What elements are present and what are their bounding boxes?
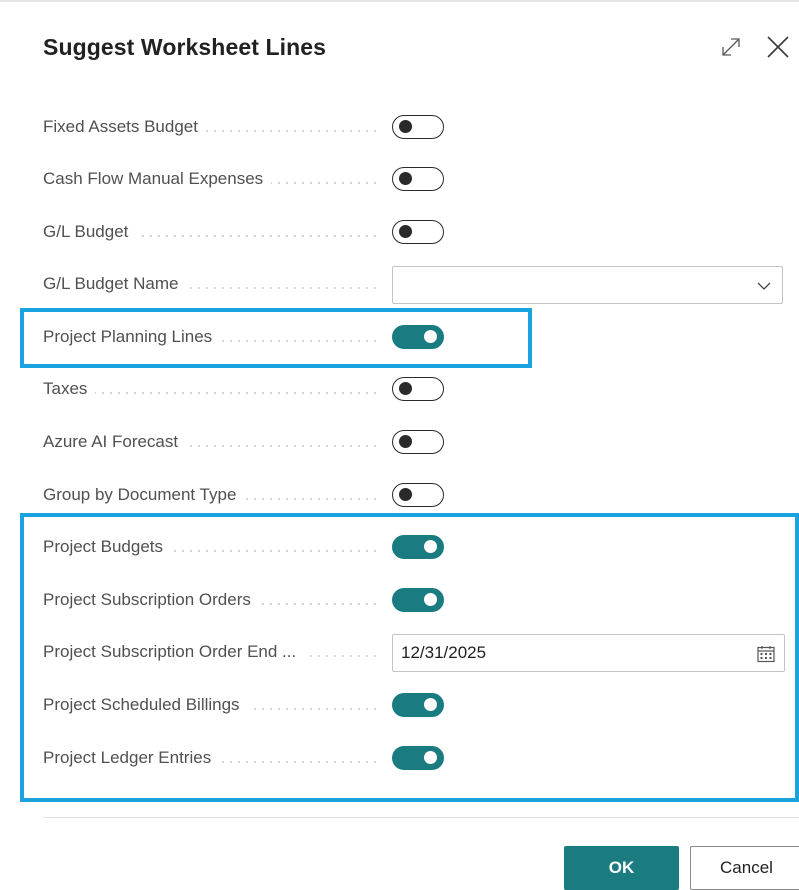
field-label: G/L Budget: [43, 212, 378, 252]
cash-flow-manual-expenses-toggle[interactable]: [392, 167, 444, 191]
field-label: Azure AI Forecast: [43, 422, 378, 462]
field-label: Project Subscription Orders: [43, 580, 378, 620]
field-row-gl-budget: G/L Budget: [43, 212, 783, 252]
close-icon[interactable]: [763, 32, 793, 62]
field-label: Project Planning Lines: [43, 317, 378, 357]
group-by-document-type-toggle[interactable]: [392, 483, 444, 507]
field-label: G/L Budget Name: [43, 264, 378, 304]
field-label: Project Scheduled Billings: [43, 685, 378, 725]
field-label: Group by Document Type: [43, 475, 378, 515]
field-row-taxes: Taxes: [43, 369, 783, 409]
field-row-project-subscription-order-end: Project Subscription Order End ...: [43, 632, 785, 672]
field-label: Taxes: [43, 369, 378, 409]
chevron-down-icon[interactable]: [756, 278, 772, 299]
project-subscription-order-end-input[interactable]: [401, 635, 731, 671]
field-label: Project Budgets: [43, 527, 378, 567]
field-row-fixed-assets-budget: Fixed Assets Budget: [43, 107, 783, 147]
azure-ai-forecast-toggle[interactable]: [392, 430, 444, 454]
gl-budget-name-select[interactable]: [392, 266, 783, 304]
project-scheduled-billings-toggle[interactable]: [392, 693, 444, 717]
ok-button[interactable]: OK: [564, 846, 679, 890]
field-row-azure-ai-forecast: Azure AI Forecast: [43, 422, 783, 462]
project-subscription-order-end-field[interactable]: [392, 634, 785, 672]
cancel-button[interactable]: Cancel: [690, 846, 799, 890]
field-row-project-scheduled-billings: Project Scheduled Billings: [43, 685, 783, 725]
field-row-gl-budget-name: G/L Budget Name: [43, 264, 783, 304]
footer-separator: [43, 817, 799, 818]
field-label: Project Subscription Order End ...: [43, 632, 378, 672]
project-ledger-entries-toggle[interactable]: [392, 746, 444, 770]
field-label: Fixed Assets Budget: [43, 107, 378, 147]
field-row-group-by-document-type: Group by Document Type: [43, 475, 783, 515]
field-label: Cash Flow Manual Expenses: [43, 159, 378, 199]
field-row-project-subscription-orders: Project Subscription Orders: [43, 580, 783, 620]
expand-icon[interactable]: [716, 32, 746, 62]
calendar-icon[interactable]: [756, 644, 776, 669]
field-row-project-ledger-entries: Project Ledger Entries: [43, 738, 783, 778]
fixed-assets-budget-toggle[interactable]: [392, 115, 444, 139]
project-budgets-toggle[interactable]: [392, 535, 444, 559]
gl-budget-toggle[interactable]: [392, 220, 444, 244]
taxes-toggle[interactable]: [392, 377, 444, 401]
dialog-title: Suggest Worksheet Lines: [43, 34, 327, 60]
field-row-project-budgets: Project Budgets: [43, 527, 783, 567]
field-row-project-planning-lines: Project Planning Lines: [43, 317, 783, 357]
field-row-cash-flow-manual-expenses: Cash Flow Manual Expenses: [43, 159, 783, 199]
project-planning-lines-toggle[interactable]: [392, 325, 444, 349]
top-border: [0, 0, 799, 2]
project-subscription-orders-toggle[interactable]: [392, 588, 444, 612]
field-label: Project Ledger Entries: [43, 738, 378, 778]
